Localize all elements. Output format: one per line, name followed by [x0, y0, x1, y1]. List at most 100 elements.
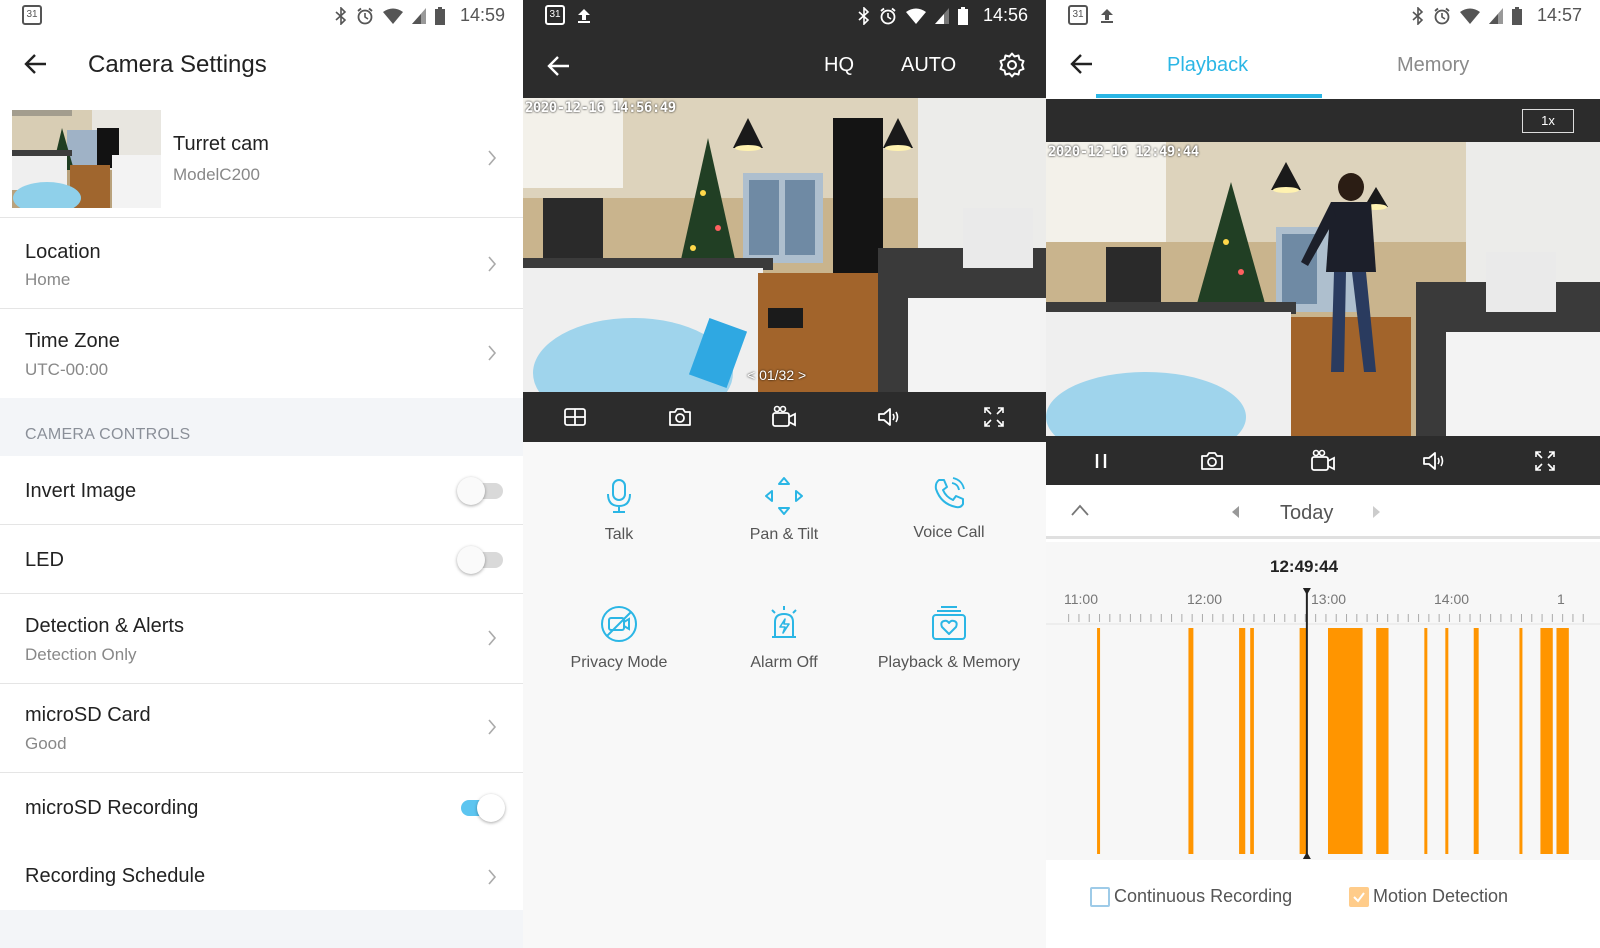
back-arrow-icon[interactable]	[22, 50, 50, 78]
check-icon	[1353, 891, 1365, 903]
playback-screen: 31 14:57 Playback Memory 1x 2020-12-16 1…	[1046, 0, 1600, 948]
motion-segment[interactable]	[1540, 628, 1553, 854]
detection-alerts-row[interactable]: Detection & Alerts Detection Only	[0, 594, 523, 684]
privacy-mode-label: Privacy Mode	[570, 654, 668, 671]
location-value: Home	[25, 270, 71, 289]
status-time: 14:59	[459, 5, 505, 25]
motion-segment[interactable]	[1188, 628, 1194, 854]
motion-segment[interactable]	[1239, 628, 1246, 854]
led-label: LED	[25, 549, 64, 571]
pan-tilt-tile[interactable]: Pan & Tilt	[699, 476, 869, 544]
playback-tab-bar: Playback Memory	[1046, 32, 1600, 99]
playback-video[interactable]: 2020-12-16 12:49:44	[1046, 142, 1600, 436]
live-video-feed[interactable]: 2020-12-16 14:56:49 < 01/32 >	[523, 98, 1046, 392]
wifi-icon	[382, 8, 403, 24]
camera-thumbnail	[12, 110, 161, 208]
pan-tilt-label: Pan & Tilt	[749, 526, 819, 543]
playback-memory-label: Playback & Memory	[877, 654, 1021, 671]
auto-button[interactable]: AUTO	[901, 54, 956, 77]
talk-tile[interactable]: Talk	[534, 476, 704, 544]
hq-button[interactable]: HQ	[824, 54, 854, 77]
next-day-arrow-icon[interactable]	[1372, 505, 1382, 519]
status-time: 14:56	[982, 5, 1028, 25]
motion-detection-label: Motion Detection	[1373, 886, 1509, 906]
back-arrow-icon[interactable]	[545, 52, 573, 80]
chevron-right-icon	[488, 719, 497, 735]
camera-name: Turret cam	[173, 133, 269, 155]
fullscreen-icon[interactable]	[1532, 448, 1558, 474]
playback-memory-tile[interactable]: Playback & Memory	[864, 604, 1034, 672]
section-header-label: CAMERA CONTROLS	[25, 426, 191, 443]
motion-detection-legend[interactable]: Motion Detection	[1349, 886, 1508, 907]
fullscreen-icon[interactable]	[981, 404, 1007, 430]
motion-segment[interactable]	[1473, 628, 1479, 854]
timeline-legend: Continuous Recording Motion Detection	[1046, 876, 1600, 920]
live-view-top-bar: 31 14:56 HQ AUTO	[523, 0, 1046, 98]
privacy-mode-tile[interactable]: Privacy Mode	[534, 604, 704, 672]
motion-segment[interactable]	[1376, 628, 1389, 854]
invert-image-row: Invert Image	[0, 456, 523, 525]
signal-icon	[411, 7, 426, 24]
chevron-right-icon	[488, 256, 497, 272]
playhead-top-marker	[1302, 588, 1311, 595]
invert-image-toggle[interactable]	[457, 475, 505, 505]
motion-segment[interactable]	[1556, 628, 1569, 854]
bottom-divider	[0, 910, 523, 948]
bluetooth-icon	[1412, 6, 1424, 25]
back-arrow-icon[interactable]	[1068, 50, 1096, 78]
section-header: CAMERA CONTROLS	[0, 398, 523, 456]
voice-call-tile[interactable]: Voice Call	[864, 474, 1034, 542]
timezone-value: UTC-00:00	[25, 360, 109, 379]
motion-segment[interactable]	[1519, 628, 1523, 854]
recording-schedule-row[interactable]: Recording Schedule	[0, 843, 523, 910]
recording-timeline[interactable]: 12:49:44 11:00 12:00 13:00 14:00 1	[1046, 542, 1600, 860]
upload-icon	[1101, 9, 1113, 23]
microsd-recording-toggle[interactable]	[457, 792, 505, 822]
active-tab-indicator	[1096, 94, 1322, 98]
phone-icon	[934, 477, 965, 509]
status-time: 14:57	[1536, 5, 1582, 25]
signal-icon	[934, 7, 949, 24]
kitchen-playback-image	[1046, 142, 1600, 436]
video-pager[interactable]: < 01/32 >	[747, 367, 806, 383]
microsd-card-value: Good	[25, 734, 67, 753]
microsd-card-row[interactable]: microSD Card Good	[0, 684, 523, 773]
alarm-icon	[880, 7, 896, 24]
motion-segment[interactable]	[1445, 628, 1449, 854]
continuous-recording-checkbox[interactable]	[1090, 886, 1110, 907]
camera-info-row[interactable]: Turret cam ModelC200	[0, 98, 523, 218]
pause-icon[interactable]	[1088, 448, 1114, 474]
speaker-icon[interactable]	[876, 404, 902, 430]
motion-segment[interactable]	[1250, 628, 1254, 854]
continuous-recording-legend[interactable]: Continuous Recording	[1090, 886, 1292, 907]
motion-detection-checkbox[interactable]	[1349, 886, 1369, 907]
record-icon[interactable]	[1310, 448, 1336, 474]
speaker-icon[interactable]	[1421, 448, 1447, 474]
motion-segment[interactable]	[1097, 628, 1101, 854]
microsd-recording-row: microSD Recording	[0, 773, 523, 843]
record-icon[interactable]	[771, 404, 797, 430]
previous-day-arrow-icon[interactable]	[1230, 505, 1240, 519]
chevron-up-icon[interactable]	[1070, 503, 1090, 517]
camera-icon[interactable]	[667, 404, 693, 430]
live-control-bar	[523, 392, 1046, 442]
motion-segment[interactable]	[1328, 628, 1363, 854]
location-label: Location	[25, 241, 101, 263]
detection-alerts-label: Detection & Alerts	[25, 615, 184, 637]
camera-icon[interactable]	[1199, 448, 1225, 474]
grid-icon[interactable]	[562, 404, 588, 430]
zoom-level-button[interactable]: 1x	[1522, 109, 1574, 133]
gear-icon[interactable]	[999, 52, 1025, 78]
upload-icon	[578, 9, 590, 23]
led-toggle[interactable]	[457, 544, 505, 574]
tab-playback[interactable]: Playback	[1167, 54, 1248, 77]
alarm-off-tile[interactable]: Alarm Off	[699, 604, 869, 672]
timezone-row[interactable]: Time Zone UTC-00:00	[0, 309, 523, 398]
alarm-icon	[1434, 7, 1450, 24]
tab-memory[interactable]: Memory	[1397, 54, 1469, 77]
detection-alerts-value: Detection Only	[25, 645, 137, 664]
motion-segment[interactable]	[1424, 628, 1428, 854]
calendar-icon: 31	[1068, 5, 1088, 25]
battery-icon	[434, 6, 445, 25]
location-row[interactable]: Location Home	[0, 219, 523, 309]
